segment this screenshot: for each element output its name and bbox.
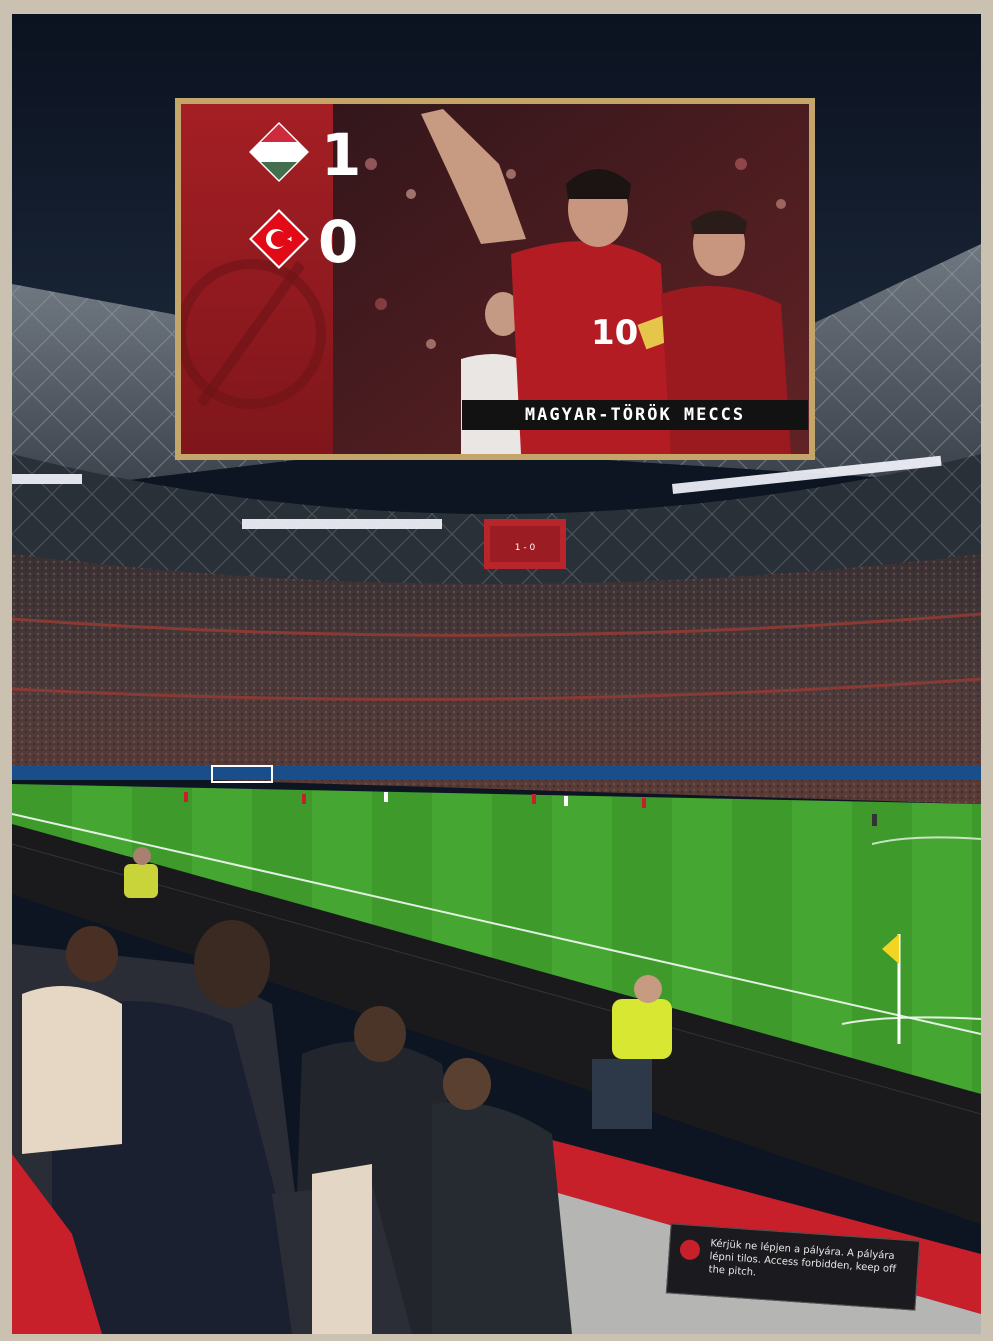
floodlight [12, 474, 82, 484]
stadium-screen-score: 1 - 0 [515, 543, 536, 553]
floodlight [242, 519, 442, 529]
no-entry-icon [679, 1239, 701, 1261]
away-score: 0 [318, 208, 359, 276]
jersey-number: 10 [591, 313, 638, 353]
page-frame: 1 - 0 10 1 0 MAGYAR-TÖRÖK MECCS Kérjük n… [0, 0, 993, 1341]
pitch-warning-text: Kérjük ne lépjen a pályára. A pályára lé… [708, 1238, 897, 1279]
ad-boards [12, 766, 981, 780]
stadium-photo: 1 - 0 10 1 0 MAGYAR-TÖRÖK MECCS Kérjük n… [12, 14, 981, 1334]
home-score: 1 [321, 121, 362, 189]
match-caption: MAGYAR-TÖRÖK MECCS [462, 400, 808, 430]
stadium-video-screen: 1 - 0 [484, 519, 566, 569]
scoreboard-card: 10 1 0 MAGYAR-TÖRÖK MECCS [175, 98, 815, 460]
